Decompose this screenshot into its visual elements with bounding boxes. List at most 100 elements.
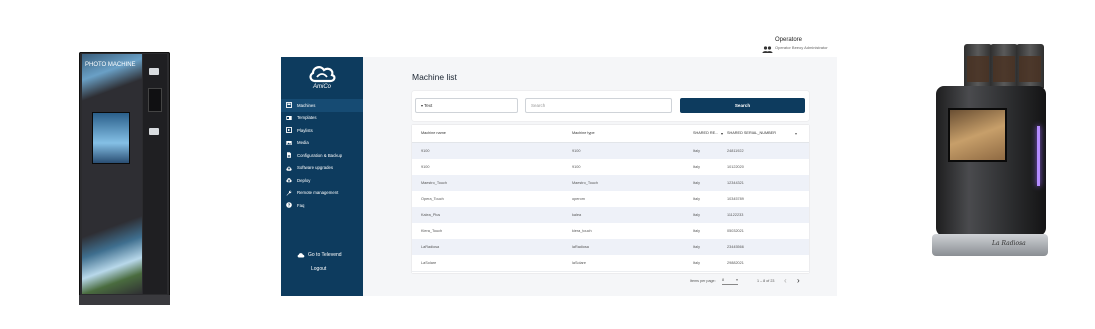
- column-header-shared-region[interactable]: SHARED RE...: [693, 131, 718, 135]
- search-input-placeholder: Search: [531, 103, 546, 108]
- sidebar-item-label: Deploy: [297, 177, 311, 183]
- cell-machine-type: kalea: [572, 212, 582, 217]
- cell-serial: 05032021: [727, 228, 744, 233]
- sidebar-item-software-upgrades[interactable]: Software upgrades: [281, 162, 363, 175]
- cell-region: Italy: [693, 180, 700, 185]
- cell-machine-name: Opera_Touch: [421, 196, 444, 201]
- vending-machine-screen: [92, 112, 130, 164]
- items-per-page-select[interactable]: 8 ▾: [722, 278, 738, 285]
- search-field-value: Text: [424, 103, 433, 108]
- sidebar-item-machines[interactable]: Machines: [281, 99, 363, 112]
- page-title: Machine list: [412, 72, 457, 82]
- cell-serial: 29882021: [727, 260, 744, 265]
- items-per-page-label: Items per page:: [690, 279, 716, 283]
- cell-machine-name: Kalea_Plus: [421, 212, 441, 217]
- cell-machine-type: operom: [572, 196, 585, 201]
- search-input[interactable]: Search: [525, 98, 672, 113]
- sidebar-item-media[interactable]: Media: [281, 137, 363, 150]
- vending-machine-side-panel: [143, 54, 167, 294]
- column-header-machine-name[interactable]: Machine name: [421, 131, 446, 135]
- operator-name: Operatore: [775, 37, 803, 43]
- sidebar-item-faq[interactable]: ? Faq: [281, 199, 363, 212]
- cell-region: Italy: [693, 244, 700, 249]
- column-header-serial-number[interactable]: SHARED SERIAL_NUMBER: [727, 131, 776, 135]
- cell-machine-type: Maestro_Touch: [572, 180, 598, 185]
- cell-region: Italy: [693, 148, 700, 153]
- page-range: 1 – 8 of 23: [757, 279, 775, 283]
- software-icon: [286, 165, 292, 171]
- sidebar-item-playlists[interactable]: Playlists: [281, 124, 363, 137]
- sidebar-item-label: Remote management: [297, 190, 339, 196]
- column-header-machine-type[interactable]: Machine type: [572, 131, 595, 135]
- cell-region: Italy: [693, 260, 700, 265]
- search-button[interactable]: Search: [680, 98, 805, 113]
- operator-role: Operator Beeoy Administrator: [775, 45, 828, 50]
- coffee-brand-plate: La Radiosa: [992, 240, 1026, 247]
- chevron-left-icon[interactable]: ‹: [784, 276, 787, 285]
- sidebar-item-label: Faq: [297, 202, 305, 208]
- coffee-machine-tray: La Radiosa: [932, 234, 1048, 256]
- cell-region: Italy: [693, 228, 700, 233]
- vending-machine-logo-text: PHOTO MACHINE: [85, 62, 136, 68]
- table-row[interactable]: 9100 9100 Italy 24811922: [412, 143, 809, 160]
- coffee-machine-light: [1037, 126, 1040, 186]
- cell-serial: 11122233: [727, 212, 744, 217]
- cell-serial: 10122020: [727, 164, 744, 169]
- coffee-machine-image: La Radiosa: [930, 44, 1048, 256]
- cell-region: Italy: [693, 164, 700, 169]
- cell-serial: 12344321: [727, 180, 744, 185]
- cell-machine-name: 9100: [421, 148, 430, 153]
- cell-machine-name: Kiera_Touch: [421, 228, 443, 233]
- cell-machine-name: Maestro_Touch: [421, 180, 447, 185]
- cloud-icon: [297, 252, 305, 258]
- column-menu-chevron-icon[interactable]: ▾: [795, 131, 797, 136]
- table-header: Machine name Machine type SHARED RE... ▾…: [412, 125, 809, 143]
- playlists-icon: [286, 127, 292, 134]
- svg-text:?: ?: [288, 203, 291, 208]
- chevron-down-icon: ▾: [736, 278, 738, 282]
- table-row[interactable]: Opera_Touch operom Italy 10345789: [412, 191, 809, 208]
- sidebar-item-label: Configuration & Backup: [297, 152, 343, 158]
- vending-machine-graphic-panel: [82, 54, 142, 294]
- sidebar-item-templates[interactable]: Templates: [281, 112, 363, 125]
- go-to-televend-label: Go to Televend: [308, 252, 342, 258]
- table-row[interactable]: LaSolare laSolare Italy 29882021: [412, 255, 809, 272]
- vending-coin-slot: [149, 68, 159, 75]
- sort-arrow-icon: ▾: [721, 132, 723, 136]
- chevron-right-icon[interactable]: ›: [797, 276, 800, 285]
- users-icon: [762, 40, 773, 53]
- table-row[interactable]: Maestro_Touch Maestro_Touch Italy 123443…: [412, 175, 809, 192]
- sidebar-nav: Machines Templates Playlists Media Confi…: [281, 99, 363, 212]
- table-row[interactable]: Kiera_Touch kiera_touch Italy 05032021: [412, 223, 809, 240]
- table-row[interactable]: LaRadiosa laRadiosa Italy 23445566: [412, 239, 809, 256]
- go-to-televend-link[interactable]: Go to Televend: [297, 252, 342, 258]
- sidebar-item-deploy[interactable]: Deploy: [281, 174, 363, 187]
- coffee-machine-body: [936, 86, 1046, 254]
- vending-machine-base: [79, 295, 170, 305]
- help-icon: ?: [286, 202, 292, 209]
- sidebar-item-label: Playlists: [297, 127, 313, 133]
- search-panel: ▾ Text Search Search: [412, 91, 809, 121]
- cell-machine-type: kiera_touch: [572, 228, 592, 233]
- sidebar-item-remote-management[interactable]: Remote management: [281, 187, 363, 200]
- search-field-selector[interactable]: ▾ Text: [415, 98, 518, 113]
- table-row[interactable]: 9100 9100 Italy 10122020: [412, 159, 809, 176]
- sidebar-item-label: Templates: [297, 115, 317, 121]
- coffee-hopper: [1016, 44, 1044, 88]
- sidebar-item-label: Software upgrades: [297, 165, 334, 171]
- coffee-machine-screen: [948, 108, 1007, 162]
- cell-machine-type: 9100: [572, 148, 581, 153]
- operator-profile[interactable]: Operatore Operator Beeoy Administrator: [760, 37, 850, 53]
- app-logo: AmiCo: [302, 63, 342, 95]
- table-body: 9100 9100 Italy 24811922 9100 9100 Italy…: [412, 143, 809, 273]
- machine-table: Machine name Machine type SHARED RE... ▾…: [412, 125, 809, 273]
- sidebar-item-configuration-backup[interactable]: Configuration & Backup: [281, 149, 363, 162]
- vending-keypad: [148, 88, 162, 112]
- chevron-down-icon: ▾: [421, 103, 424, 108]
- app-window: AmiCo Machines Templates Playlists Media: [281, 57, 837, 296]
- sidebar: AmiCo Machines Templates Playlists Media: [281, 57, 363, 296]
- coffee-hopper: [990, 44, 1018, 88]
- logout-link[interactable]: Logout: [311, 266, 326, 272]
- cell-machine-type: laRadiosa: [572, 244, 589, 249]
- table-row[interactable]: Kalea_Plus kalea Italy 11122233: [412, 207, 809, 224]
